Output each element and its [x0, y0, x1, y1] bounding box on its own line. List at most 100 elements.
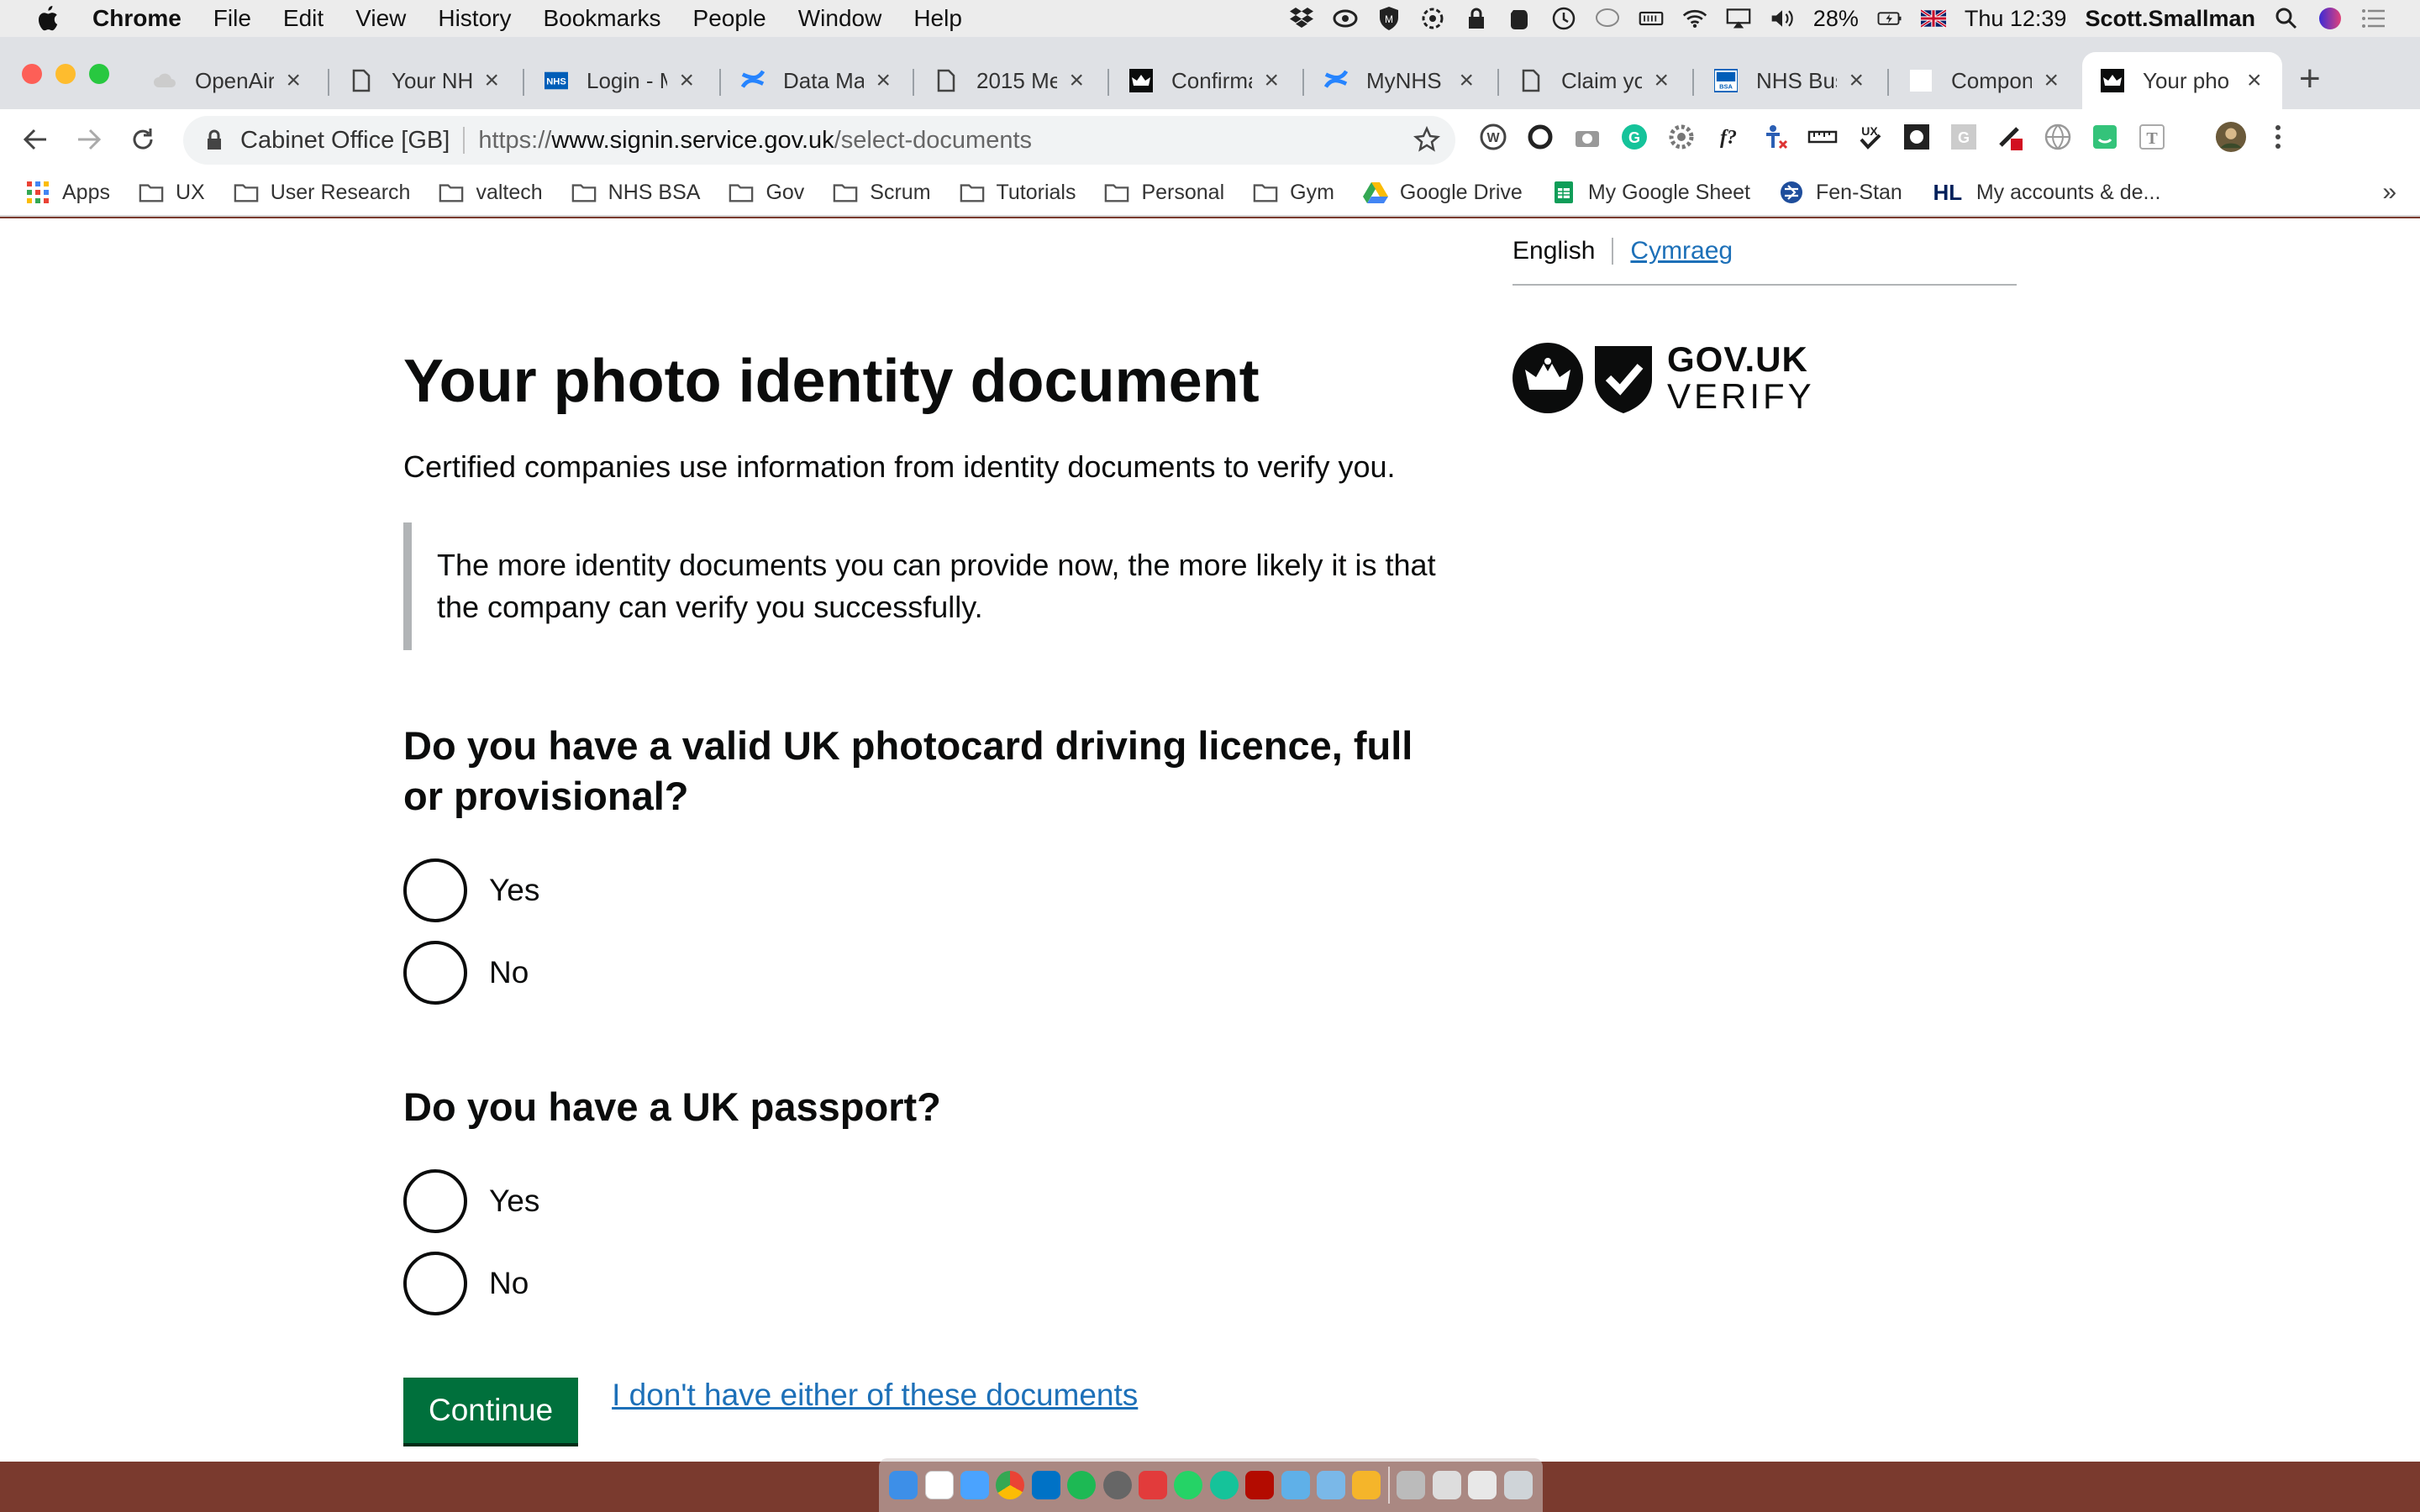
colorpicker-extension-icon[interactable] [1995, 121, 2027, 153]
site-identity-label[interactable]: Cabinet Office [GB] [240, 127, 450, 155]
wifi-icon[interactable] [1682, 6, 1707, 31]
bookmark-tutorials[interactable]: Tutorials [960, 181, 1076, 205]
bookmark-my-accounts[interactable]: HL My accounts & de... [1931, 180, 2161, 205]
wordpress-extension-icon[interactable]: W [1477, 121, 1509, 153]
menu-history[interactable]: History [438, 5, 511, 32]
documents-stack-icon[interactable] [1432, 1471, 1461, 1499]
bookmark-nhs-bsa[interactable]: NHS BSA [571, 181, 700, 205]
settings-gear-icon[interactable] [1420, 6, 1445, 31]
outlook-icon[interactable] [1031, 1471, 1060, 1499]
forward-arrow-icon[interactable] [71, 121, 108, 158]
close-tab-icon[interactable]: × [1264, 66, 1279, 95]
tab-mynhs[interactable]: MyNHS P× [1306, 52, 1492, 109]
radio-circle[interactable] [403, 1252, 467, 1315]
siri-icon[interactable] [2317, 6, 2343, 31]
whatsapp-icon[interactable] [1174, 1471, 1203, 1499]
camera-extension-icon[interactable] [1571, 121, 1603, 153]
dropbox-icon[interactable] [1289, 6, 1314, 31]
memory-icon[interactable] [1639, 6, 1664, 31]
pages-icon[interactable] [1281, 1471, 1310, 1499]
tab-your-nhs[interactable]: Your NHS× [331, 52, 518, 109]
language-cymraeg-link[interactable]: Cymraeg [1630, 237, 1733, 265]
evernote-icon[interactable] [1507, 6, 1533, 31]
menu-file[interactable]: File [213, 5, 251, 32]
close-tab-icon[interactable]: × [2247, 66, 2262, 95]
menu-bar-username[interactable]: Scott.Smallman [2085, 6, 2255, 32]
bookmark-star-icon[interactable] [1413, 125, 1440, 160]
chrome-dock-icon[interactable] [996, 1471, 1025, 1499]
green-face-extension-icon[interactable] [2089, 121, 2121, 153]
acrobat-icon[interactable] [1245, 1471, 1275, 1499]
close-tab-icon[interactable]: × [2044, 66, 2059, 95]
driving-licence-no-radio[interactable]: No [403, 941, 1462, 1005]
close-tab-icon[interactable]: × [679, 66, 694, 95]
radio-label-no[interactable]: No [489, 955, 529, 990]
whatfont-extension-icon[interactable]: f? [1712, 121, 1744, 153]
finder-icon[interactable] [889, 1471, 918, 1499]
tab-your-photo-active[interactable]: Your pho × [2082, 52, 2282, 109]
system-preferences-icon[interactable] [1102, 1471, 1132, 1499]
sketch-s-icon[interactable] [1139, 1471, 1168, 1499]
padlock-icon[interactable] [202, 129, 227, 151]
menu-bookmarks[interactable]: Bookmarks [543, 5, 660, 32]
close-tab-icon[interactable]: × [484, 66, 499, 95]
menu-view[interactable]: View [355, 5, 406, 32]
creative-cloud-icon[interactable] [1333, 6, 1358, 31]
radio-circle[interactable] [403, 941, 467, 1005]
accessibility-extension-icon[interactable] [1760, 121, 1791, 153]
calendar-icon[interactable] [924, 1471, 954, 1499]
back-arrow-icon[interactable] [17, 121, 54, 158]
menu-app-chrome[interactable]: Chrome [92, 5, 182, 32]
uk-flag-icon[interactable] [1920, 6, 1946, 31]
spotify-icon[interactable] [1067, 1471, 1097, 1499]
tab-2015-men[interactable]: 2015 Men× [916, 52, 1102, 109]
bookmark-fen-stan[interactable]: Fen-Stan [1779, 181, 1902, 205]
menu-people[interactable]: People [693, 5, 766, 32]
profile-avatar[interactable] [2215, 121, 2247, 153]
bookmark-personal[interactable]: Personal [1104, 181, 1224, 205]
tab-claim[interactable]: Claim yo × [1501, 52, 1687, 109]
passport-no-radio[interactable]: No [403, 1252, 1462, 1315]
bookmark-valtech[interactable]: valtech [439, 181, 543, 205]
time-machine-icon[interactable] [1551, 6, 1576, 31]
radio-circle[interactable] [403, 1169, 467, 1233]
bookmark-user-research[interactable]: User Research [234, 181, 410, 205]
new-tab-plus-icon[interactable]: + [2299, 60, 2321, 97]
gear-extension-icon[interactable] [1665, 121, 1697, 153]
radio-label-yes[interactable]: Yes [489, 1184, 539, 1219]
tab-data-map[interactable]: Data Map× [723, 52, 909, 109]
bookmark-apps[interactable]: Apps [25, 181, 110, 205]
screen-capture-extension-icon[interactable] [1901, 121, 1933, 153]
radio-label-yes[interactable]: Yes [489, 873, 539, 908]
close-tab-icon[interactable]: × [1654, 66, 1669, 95]
battery-charging-icon[interactable] [1877, 6, 1902, 31]
g-extension-icon[interactable]: G [1948, 121, 1980, 153]
bookmark-gym[interactable]: Gym [1253, 181, 1334, 205]
driving-licence-yes-radio[interactable]: Yes [403, 858, 1462, 922]
messages-icon[interactable] [960, 1471, 990, 1499]
trash-icon[interactable] [1503, 1471, 1533, 1499]
text-extension-icon[interactable]: T [2136, 121, 2168, 153]
downloads-folder-icon[interactable] [1397, 1471, 1426, 1499]
globe-extension-icon[interactable] [2042, 121, 2074, 153]
circle-extension-icon[interactable] [1524, 121, 1556, 153]
ux-check-extension-icon[interactable]: UX [1854, 121, 1886, 153]
close-tab-icon[interactable]: × [876, 66, 891, 95]
close-window-button[interactable] [22, 64, 42, 84]
tab-components[interactable]: Compone× [1891, 52, 2077, 109]
grammarly-dock-icon[interactable] [1209, 1471, 1239, 1499]
notification-center-icon[interactable] [2361, 6, 2386, 31]
bookmark-ux[interactable]: UX [139, 181, 205, 205]
reload-icon[interactable] [124, 121, 161, 158]
address-bar[interactable]: Cabinet Office [GB] https://www.signin.s… [183, 116, 1455, 165]
no-documents-link[interactable]: I don't have either of these documents [612, 1378, 1138, 1413]
tab-nhs-business[interactable]: BSA NHS Bus × [1696, 52, 1882, 109]
close-tab-icon[interactable]: × [1069, 66, 1084, 95]
tab-confirmation[interactable]: Confirma × [1111, 52, 1297, 109]
grammarly-extension-icon[interactable]: G [1618, 121, 1650, 153]
lock-icon[interactable] [1464, 6, 1489, 31]
menu-edit[interactable]: Edit [283, 5, 324, 32]
zoom-window-button[interactable] [89, 64, 109, 84]
url-text[interactable]: https://www.signin.service.gov.uk/select… [478, 127, 1032, 155]
menu-bar-clock[interactable]: Thu 12:39 [1965, 6, 2067, 32]
